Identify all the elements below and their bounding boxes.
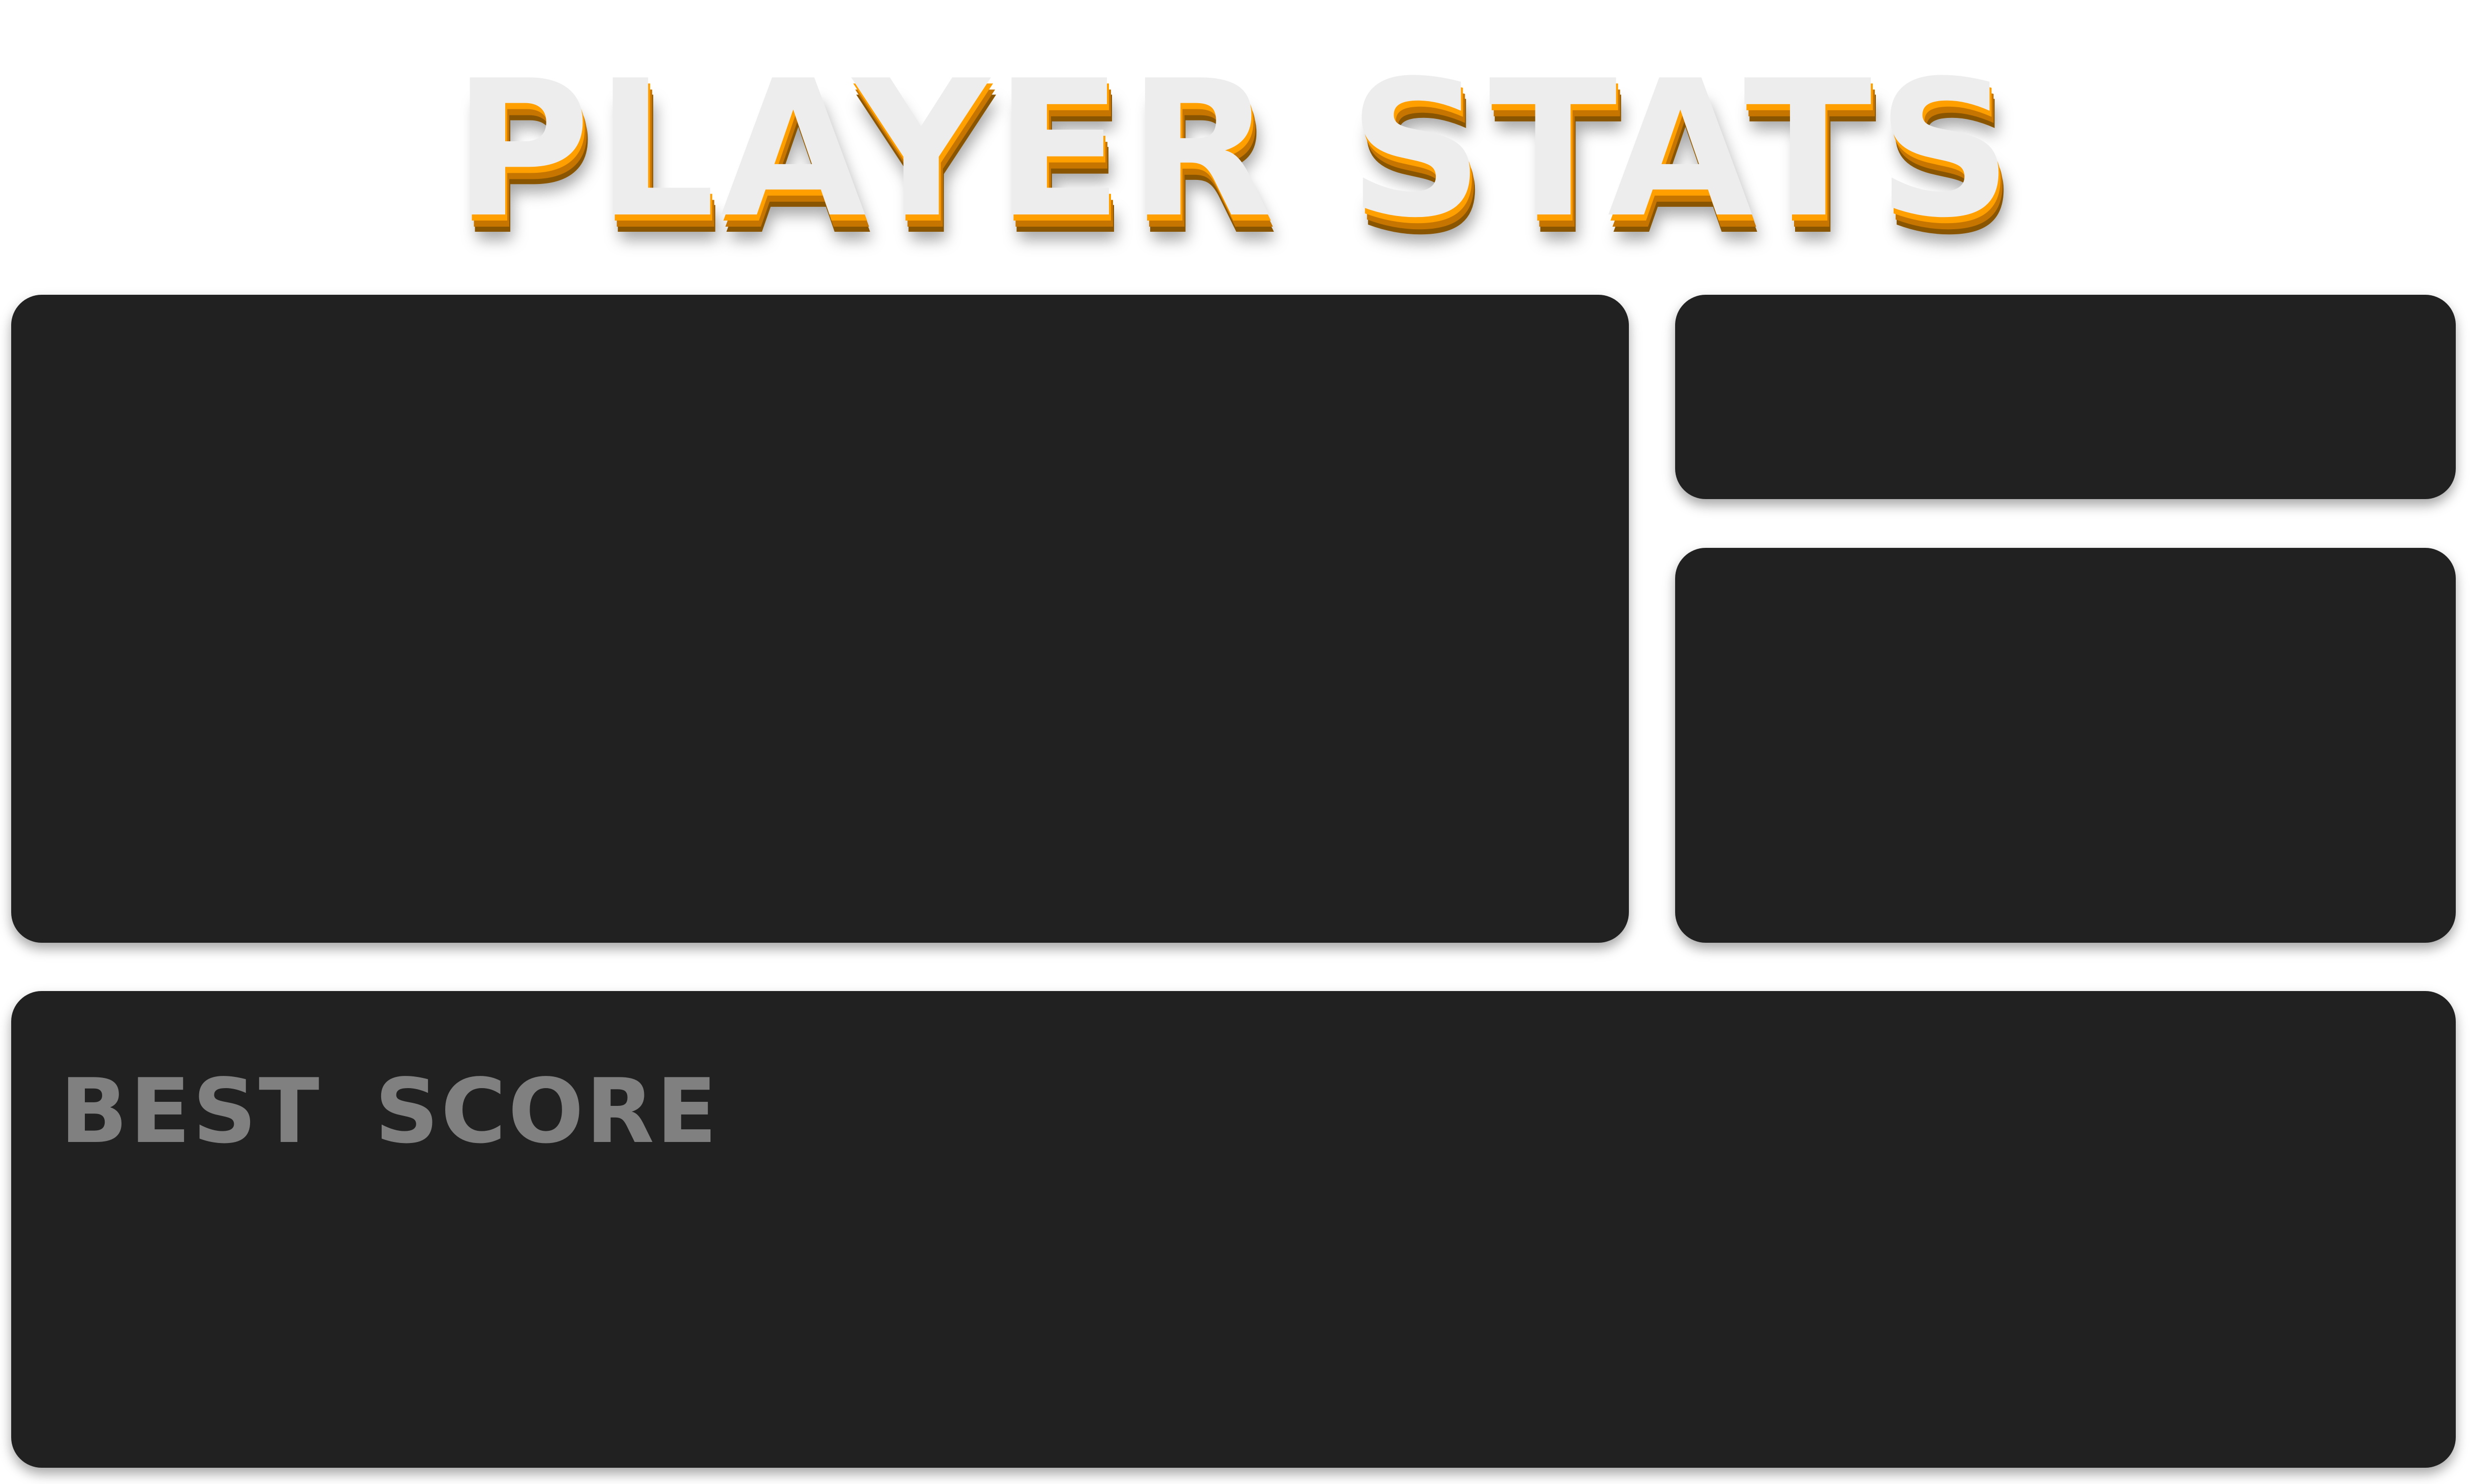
page-title: PLAYER STATS (452, 41, 2018, 259)
side-stats-panel-top (1675, 295, 2456, 499)
side-stats-panel-bottom (1675, 548, 2456, 943)
best-score-label: BEST SCORE (60, 1060, 719, 1163)
main-stats-panel (11, 295, 1629, 943)
best-score-panel: BEST SCORE (11, 991, 2456, 1468)
